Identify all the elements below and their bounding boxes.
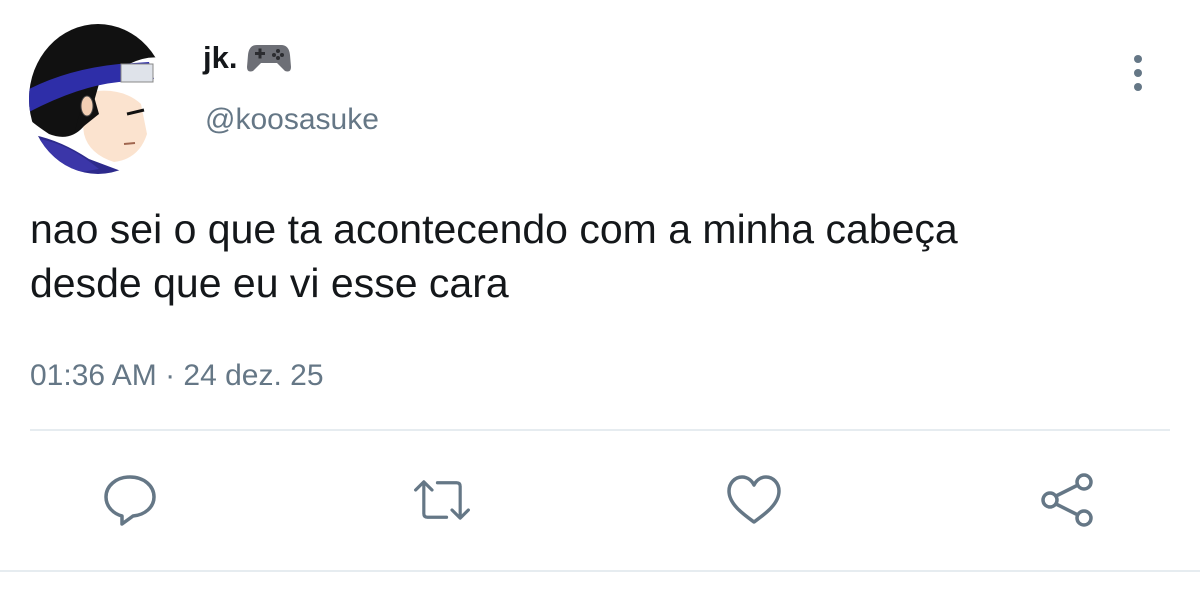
- like-button[interactable]: [724, 470, 784, 530]
- tweet-text-line: nao sei o que ta acontecendo com a minha…: [30, 206, 958, 252]
- share-icon: [1041, 473, 1093, 527]
- share-button[interactable]: [1038, 470, 1098, 530]
- tweet-text: nao sei o que ta acontecendo com a minha…: [30, 202, 1170, 310]
- retweet-button[interactable]: [412, 470, 472, 530]
- avatar[interactable]: [29, 24, 167, 174]
- video-game-controller-icon: [247, 43, 292, 73]
- heart-icon: [727, 475, 781, 524]
- tweet-timestamp[interactable]: 01:36 AM · 24 dez. 25: [30, 356, 324, 396]
- display-name-row[interactable]: jk.: [203, 38, 292, 78]
- user-handle[interactable]: @koosasuke: [205, 100, 379, 140]
- display-name[interactable]: jk.: [203, 38, 237, 78]
- divider: [0, 570, 1200, 572]
- tweet-text-line: desde que eu vi esse cara: [30, 260, 509, 306]
- divider: [30, 429, 1170, 431]
- reply-button[interactable]: [100, 470, 160, 530]
- more-vertical-icon: [1134, 55, 1142, 91]
- more-options-button[interactable]: [1120, 50, 1156, 96]
- avatar-image: [29, 24, 167, 174]
- reply-icon: [104, 475, 156, 526]
- retweet-icon: [414, 480, 470, 520]
